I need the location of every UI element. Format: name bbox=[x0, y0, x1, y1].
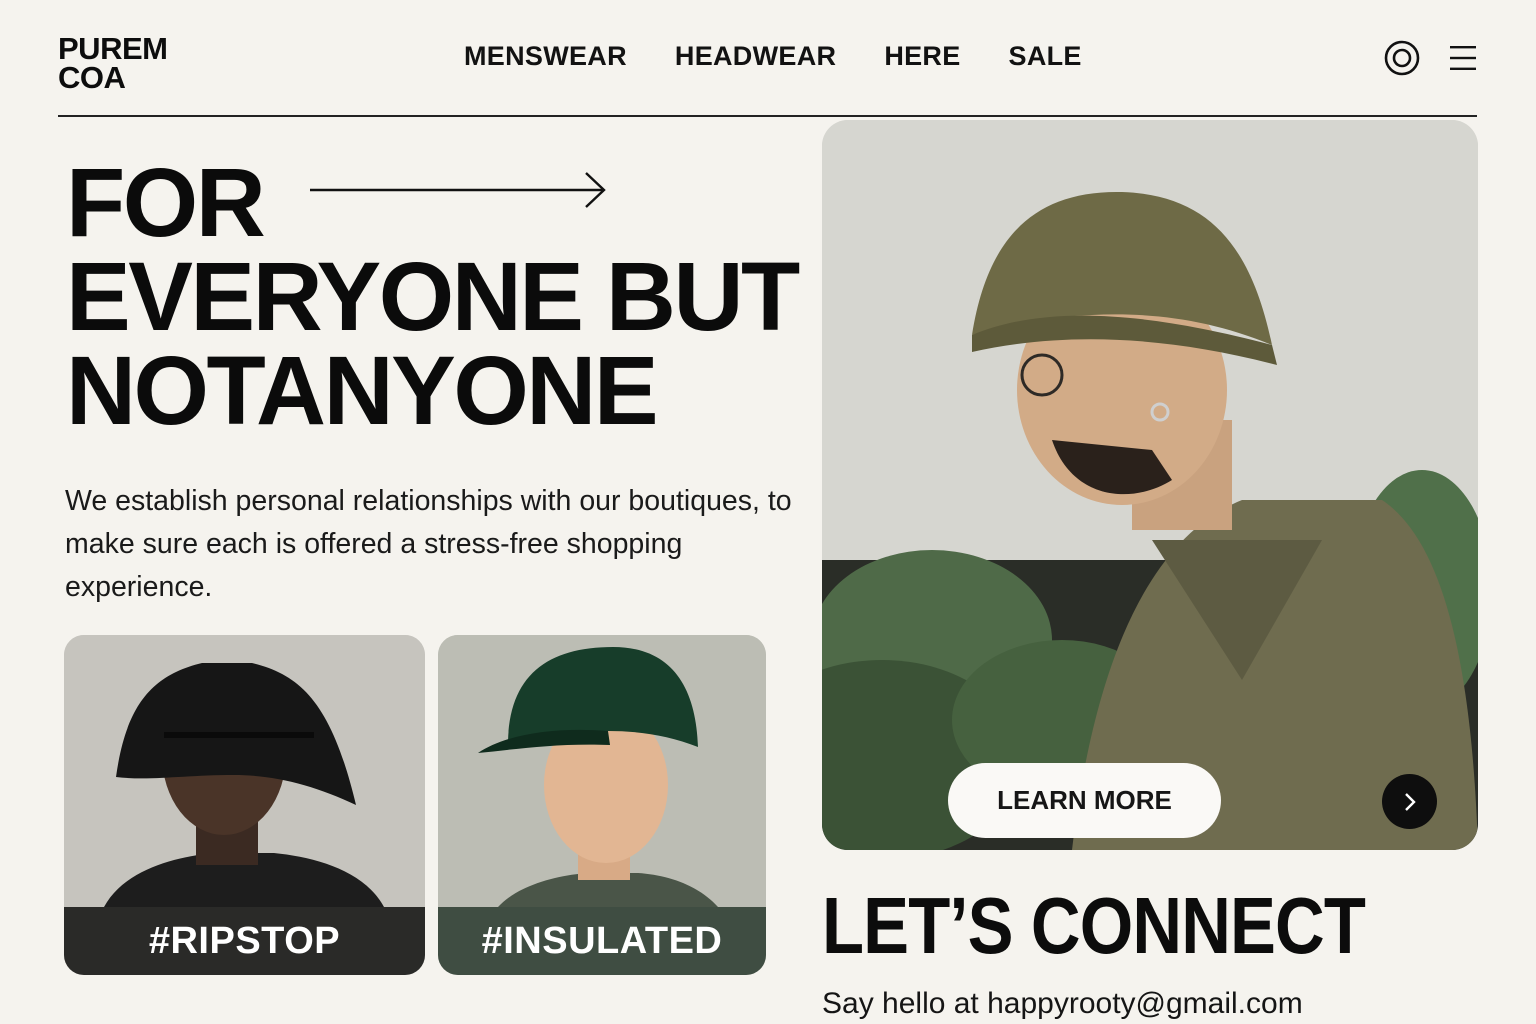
ripstop-model-image bbox=[64, 635, 425, 907]
header-divider bbox=[58, 115, 1477, 117]
hero-line-2: EVERYONE BUT bbox=[66, 242, 800, 351]
featured-model-image bbox=[822, 120, 1478, 850]
product-card-ripstop[interactable]: #RIPSTOP bbox=[64, 635, 425, 975]
main-nav: MENSWEAR HEADWEAR HERE SALE bbox=[464, 38, 1082, 74]
target-icon[interactable] bbox=[1384, 40, 1420, 76]
nav-item-sale[interactable]: SALE bbox=[1009, 38, 1082, 74]
nav-item-here[interactable]: HERE bbox=[884, 38, 960, 74]
connect-text: Say hello at happyrooty@gmail.com bbox=[822, 985, 1303, 1023]
connect-prefix: Say hello at bbox=[822, 987, 988, 1020]
insulated-model-image bbox=[438, 635, 766, 907]
brand-logo[interactable]: PUREM COA bbox=[58, 31, 168, 95]
nav-item-headwear[interactable]: HEADWEAR bbox=[675, 38, 836, 74]
tag-ripstop[interactable]: #RIPSTOP bbox=[64, 907, 425, 975]
brand-logo-line-2: COA bbox=[58, 60, 126, 95]
brand-logo-line-1: PUREM bbox=[58, 31, 168, 66]
feature-scene bbox=[822, 120, 1478, 850]
menu-icon[interactable] bbox=[1449, 44, 1477, 72]
hero-line-3: NOTANYONE bbox=[66, 336, 659, 445]
tag-insulated[interactable]: #INSULATED bbox=[438, 907, 766, 975]
learn-more-button[interactable]: LEARN MORE bbox=[948, 763, 1221, 838]
product-card-insulated[interactable]: #INSULATED bbox=[438, 635, 766, 975]
contact-email-link[interactable]: happyrooty@gmail.com bbox=[987, 987, 1303, 1020]
next-slide-button[interactable] bbox=[1382, 774, 1437, 829]
connect-heading: LET’S CONNECT bbox=[822, 881, 1366, 970]
hero-description: We establish personal relationships with… bbox=[65, 485, 792, 603]
chevron-right-icon bbox=[1404, 792, 1416, 811]
nav-item-menswear[interactable]: MENSWEAR bbox=[464, 38, 627, 74]
arrow-right-icon bbox=[310, 172, 606, 208]
